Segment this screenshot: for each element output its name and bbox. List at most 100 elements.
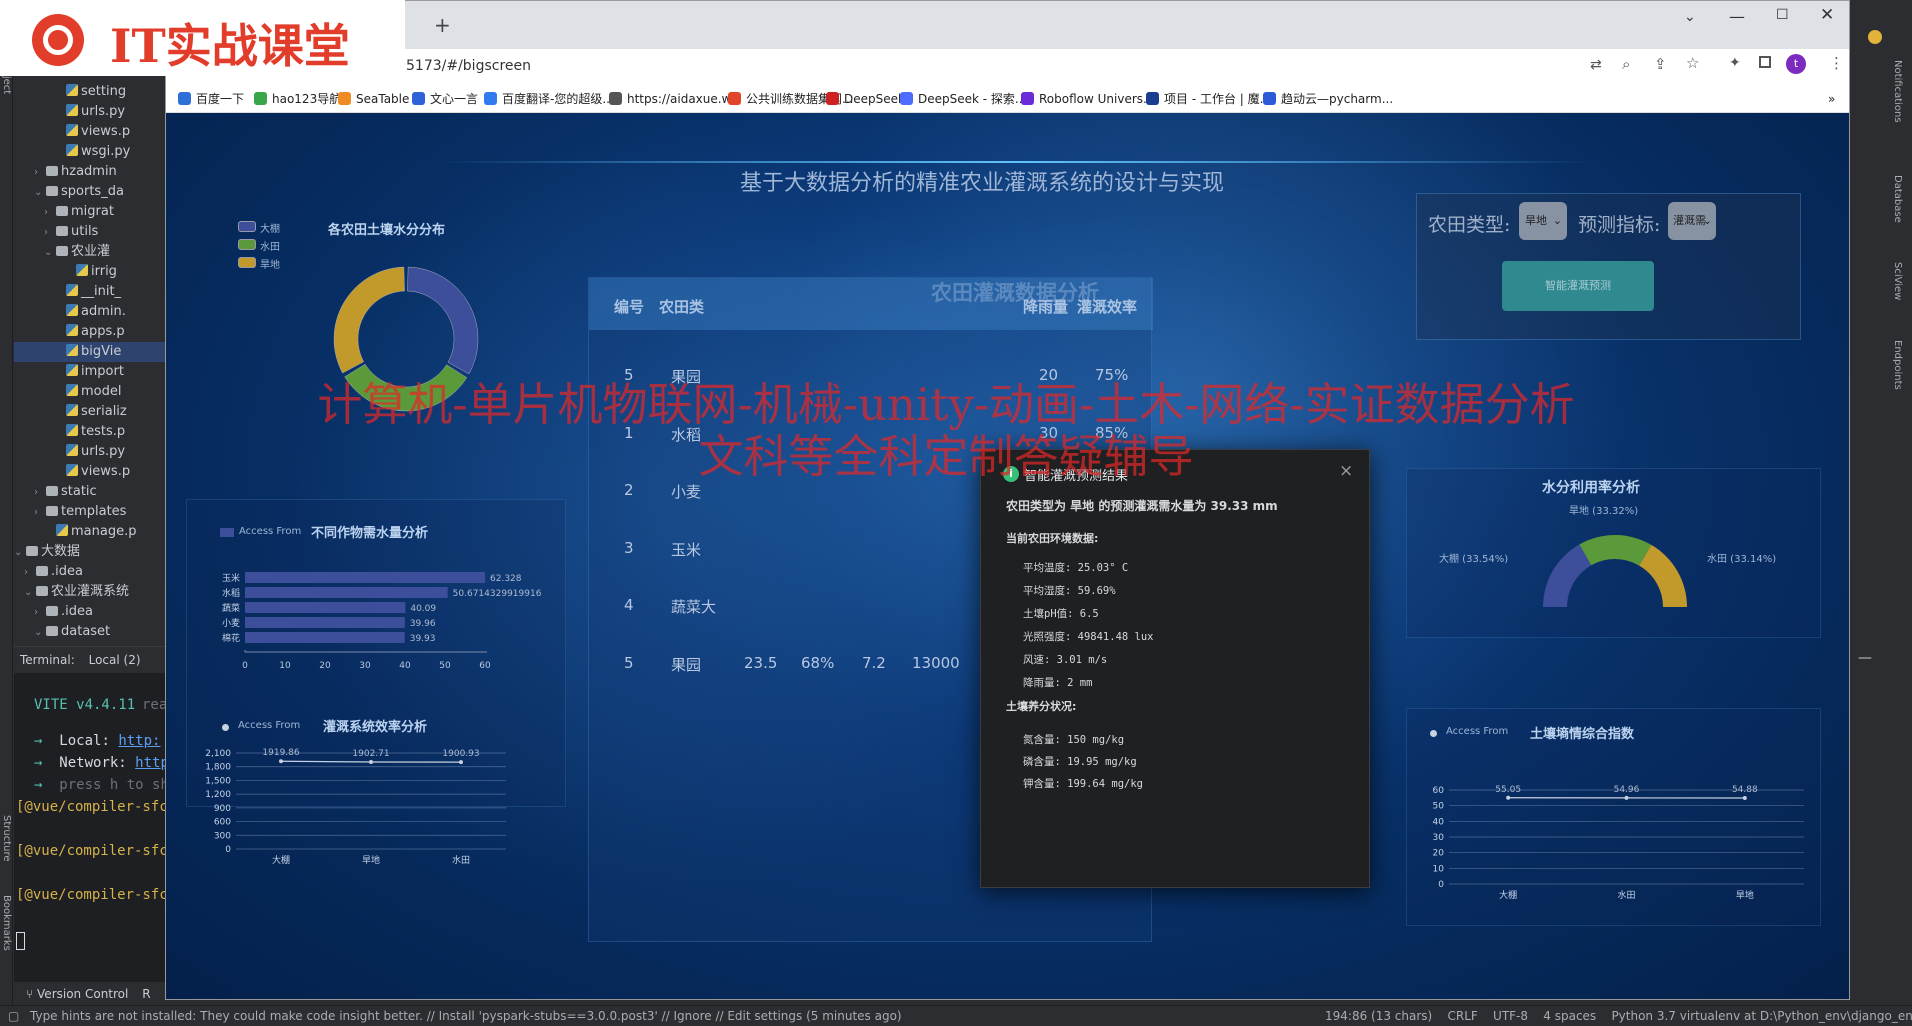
tree-arrow-icon[interactable]: › — [34, 483, 46, 502]
tree-node[interactable]: views.p — [14, 122, 168, 142]
tree-node[interactable]: model — [14, 382, 168, 402]
y-tick-label: 1,200 — [205, 790, 231, 800]
share-icon[interactable]: ⇪ — [1654, 55, 1667, 73]
tree-node[interactable]: setting — [14, 82, 168, 102]
url-field[interactable]: 5173/#/bigscreen — [406, 58, 531, 74]
version-control-tab[interactable]: Version Control — [37, 987, 128, 1001]
menu-icon[interactable]: ⋮ — [1829, 54, 1844, 72]
gauge-segment — [1639, 544, 1687, 607]
tree-node[interactable]: serializ — [14, 402, 168, 422]
local-url-link[interactable]: http: — [118, 733, 160, 749]
tree-node[interactable]: bigVie — [14, 342, 168, 362]
tree-node[interactable]: › hzadmin — [14, 162, 168, 182]
bookmark-item[interactable]: hao123导航 — [254, 85, 341, 113]
tree-node[interactable]: › static — [14, 482, 168, 502]
tree-arrow-icon[interactable]: › — [34, 503, 46, 522]
tree-node[interactable]: › templates — [14, 502, 168, 522]
predict-label: 预测指标: — [1578, 214, 1661, 236]
python-file-icon — [66, 464, 78, 476]
tree-node[interactable]: ⌄ dataset — [14, 622, 168, 642]
tree-node[interactable]: tests.p — [14, 422, 168, 442]
gauge-label-greenhouse: 大棚 (33.54%) — [1439, 554, 1509, 565]
database-tool-label[interactable]: Database — [1892, 175, 1903, 223]
run-tab[interactable]: R — [142, 987, 150, 1001]
tree-node[interactable]: › utils — [14, 222, 168, 242]
tree-arrow-icon[interactable]: ⌄ — [24, 583, 36, 602]
tree-node[interactable]: › .idea — [14, 562, 168, 582]
table-cell-eff: 85% — [1095, 423, 1129, 442]
tree-arrow-icon[interactable]: › — [44, 223, 56, 242]
endpoints-tool-label[interactable]: Endpoints — [1892, 340, 1903, 390]
new-tab-button[interactable]: + — [434, 13, 451, 37]
bookmark-item[interactable]: SeaTable — [338, 85, 409, 113]
tree-node[interactable]: ⌄ sports_da — [14, 182, 168, 202]
tree-node[interactable]: apps.p — [14, 322, 168, 342]
tree-arrow-icon[interactable]: ⌄ — [14, 543, 26, 562]
tree-node[interactable]: › migrat — [14, 202, 168, 222]
tree-node[interactable]: admin. — [14, 302, 168, 322]
tree-node[interactable]: ⌄ 农业灌溉系统 — [14, 582, 168, 602]
tree-node[interactable]: irrig — [14, 262, 168, 282]
tree-node[interactable]: urls.py — [14, 442, 168, 462]
maximize-window-icon[interactable]: ☐ — [1776, 7, 1789, 23]
predict-button[interactable]: 智能灌溉预测 — [1502, 261, 1654, 311]
side-panel-icon[interactable] — [1759, 56, 1771, 68]
bookmark-item[interactable]: 趋动云—pycharm... — [1263, 85, 1393, 113]
bookmark-item[interactable]: 百度一下 — [178, 85, 244, 113]
terminal-tab-local[interactable]: Local (2) — [89, 653, 141, 667]
extensions-icon[interactable]: ✦ — [1729, 55, 1741, 71]
tree-arrow-icon[interactable]: › — [34, 603, 46, 622]
tree-arrow-icon[interactable]: ⌄ — [44, 243, 56, 262]
predict-select[interactable]: 灌溉需 ⌄ — [1668, 202, 1716, 240]
tree-node[interactable]: › .idea — [14, 602, 168, 622]
profile-avatar[interactable]: t — [1786, 54, 1806, 74]
tree-arrow-icon[interactable]: › — [44, 203, 56, 222]
tree-node[interactable]: wsgi.py — [14, 142, 168, 162]
status-right-info[interactable]: 194:86 (13 chars) CRLF UTF-8 4 spaces Py… — [1325, 1006, 1912, 1026]
tree-node[interactable]: views.p — [14, 462, 168, 482]
bookmark-item[interactable]: DeepSeek — [826, 85, 905, 113]
tree-node[interactable]: __init_ — [14, 282, 168, 302]
pie-legend-swatch[interactable] — [238, 239, 256, 250]
python-file-icon — [66, 384, 78, 396]
modal-close-button[interactable]: × — [1339, 461, 1353, 481]
field-type-select[interactable]: 旱地 ⌄ — [1519, 202, 1567, 240]
pie-legend-swatch[interactable] — [238, 257, 256, 268]
tree-node[interactable]: ⌄ 大数据 — [14, 542, 168, 562]
tree-node[interactable]: import — [14, 362, 168, 382]
notifications-tool-label[interactable]: Notifications — [1892, 60, 1903, 123]
translate-icon[interactable]: ⇄ — [1590, 57, 1602, 73]
status-warning-icon: ▢ — [8, 1009, 20, 1023]
bookmark-star-icon[interactable]: ☆ — [1686, 54, 1699, 72]
zoom-icon[interactable]: ⌕ — [1622, 55, 1630, 73]
bookmark-item[interactable]: 项目 - 工作台 | 魔... — [1146, 85, 1271, 113]
header-rain: 降雨量 — [1023, 298, 1069, 316]
minimize-icon[interactable]: — — [1858, 650, 1872, 666]
folder-icon — [46, 486, 58, 496]
tree-node[interactable]: manage.p — [14, 522, 168, 542]
bookmarks-tool-label[interactable]: Bookmarks — [1, 895, 12, 951]
sciview-tool-label[interactable]: SciView — [1892, 262, 1903, 300]
x-tick-label: 旱地 — [362, 854, 380, 866]
structure-tool-label[interactable]: Structure — [1, 815, 12, 862]
tree-arrow-icon[interactable]: ⌄ — [34, 183, 46, 202]
tree-arrow-icon[interactable]: ⌄ — [34, 623, 46, 642]
tree-node[interactable]: ⌄ 农业灌 — [14, 242, 168, 262]
tree-node-label: views.p — [81, 464, 131, 479]
bookmark-item[interactable]: Roboflow Univers... — [1021, 85, 1154, 113]
tab-search-icon[interactable]: ⌄ — [1684, 9, 1696, 25]
bookmark-item[interactable]: DeepSeek - 探索... — [900, 85, 1026, 113]
bookmark-item[interactable]: https://aidaxue.w... — [609, 85, 742, 113]
bookmark-item[interactable]: 百度翻译-您的超级... — [484, 85, 614, 113]
minimize-window-icon[interactable]: — — [1729, 7, 1745, 26]
notification-icon[interactable] — [1868, 30, 1882, 44]
tree-node[interactable]: urls.py — [14, 102, 168, 122]
tree-arrow-icon[interactable]: › — [24, 563, 36, 582]
bookmark-favicon-icon — [412, 92, 425, 105]
tree-arrow-icon[interactable]: › — [34, 163, 46, 182]
bookmarks-overflow-icon[interactable]: » — [1828, 85, 1835, 113]
pie-legend-swatch[interactable] — [238, 221, 256, 232]
bookmark-item[interactable]: 文心一言 — [412, 85, 478, 113]
status-message[interactable]: Type hints are not installed: They could… — [30, 1006, 902, 1026]
close-window-icon[interactable]: ✕ — [1820, 5, 1834, 25]
